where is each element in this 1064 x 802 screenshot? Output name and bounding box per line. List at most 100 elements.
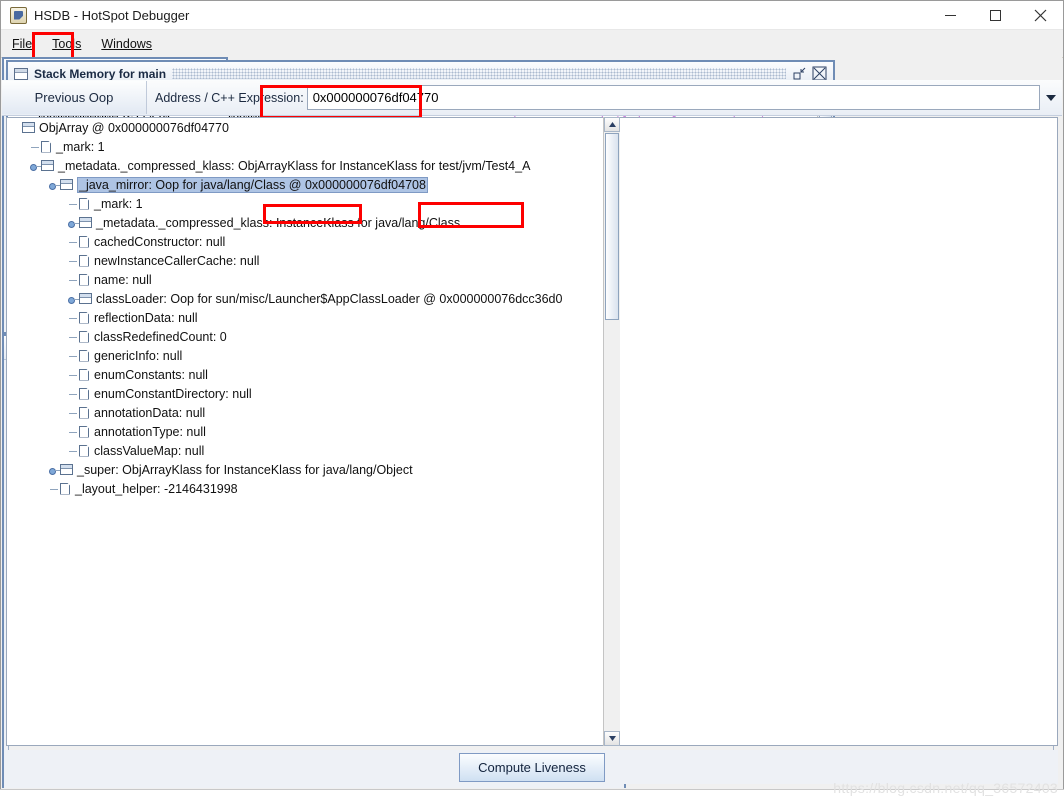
tree-node-label: ObjArray @ 0x000000076df04770 [39,120,229,135]
tree-node[interactable]: reflectionData: null [7,308,1057,327]
close-button[interactable] [1018,1,1063,29]
tree-branch-icon [68,312,79,323]
menu-windows-label: Windows [101,36,153,51]
tree-node-label: _layout_helper: -2146431998 [75,481,238,496]
tree-branch-icon [68,407,79,418]
tree-branch-icon [68,369,79,380]
menu-tools-label: Tools [52,36,82,51]
chevron-down-icon[interactable] [1040,81,1062,114]
scroll-up-arrow-icon[interactable] [604,117,620,132]
tree-node-label: annotationType: null [94,424,206,439]
previous-oop-button[interactable]: Previous Oop [2,81,147,114]
document-icon [79,387,89,400]
tree-node[interactable]: classValueMap: null [7,441,1057,460]
document-icon [79,444,89,457]
tree-expand-toggle-icon[interactable] [30,160,41,171]
tree-node-label: _mark: 1 [56,139,105,154]
tree-expand-toggle-icon[interactable] [68,293,79,304]
inspector-toolbar: Previous Oop Address / C++ Expression: 0… [2,80,1062,116]
tree-node-label: _metadata._compressed_klass: ObjArrayKla… [58,158,531,173]
tree-node[interactable]: classLoader: Oop for sun/misc/Launcher$A… [7,289,1057,308]
tree-branch-icon [49,483,60,494]
tree-node[interactable]: genericInfo: null [7,346,1057,365]
tree-node[interactable]: enumConstants: null [7,365,1057,384]
menu-file-label: File [12,36,33,51]
tree-node[interactable]: cachedConstructor: null [7,232,1057,251]
tree-node-label: enumConstants: null [94,367,208,382]
tree-node[interactable]: _metadata._compressed_klass: InstanceKla… [7,213,1057,232]
tree-expand-toggle-icon[interactable] [49,464,60,475]
menu-windows[interactable]: Windows [92,33,161,55]
inspector-tree-scrollbar[interactable] [603,117,620,746]
titlebar-texture [172,68,786,79]
tree-node-label: _super: ObjArrayKlass for InstanceKlass … [77,462,413,477]
scrollbar-thumb[interactable] [605,133,619,320]
document-icon [79,235,89,248]
tree-node[interactable]: annotationData: null [7,403,1057,422]
tree-node[interactable]: annotationType: null [7,422,1057,441]
document-icon [41,140,51,153]
folder-icon [41,160,54,171]
maximize-button[interactable] [973,1,1018,29]
folder-icon [22,122,35,133]
scroll-down-arrow-icon[interactable] [604,731,620,746]
tree-node[interactable]: classRedefinedCount: 0 [7,327,1057,346]
folder-icon [79,293,92,304]
tree-node[interactable]: _layout_helper: -2146431998 [7,479,1057,498]
tree-node-label: annotationData: null [94,405,206,420]
inspector-tree[interactable]: ObjArray @ 0x000000076df04770 _mark: 1 _me… [6,117,1058,746]
tree-node-label: name: null [94,272,152,287]
document-icon [79,311,89,324]
tree-branch-icon [68,236,79,247]
tree-branch-icon [68,388,79,399]
tree-node-label: _metadata._compressed_klass: InstanceKla… [96,215,461,230]
tree-node[interactable]: name: null [7,270,1057,289]
document-icon [79,273,89,286]
window-titlebar: HSDB - HotSpot Debugger [1,1,1063,30]
tree-node-label: _java_mirror: Oop for java/lang/Class @ … [77,176,428,193]
tree-node[interactable]: _mark: 1 [7,194,1057,213]
restore-button[interactable] [792,66,807,81]
tree-node[interactable]: _super: ObjArrayKlass for InstanceKlass … [7,460,1057,479]
tree-node[interactable]: _mark: 1 [7,137,1057,156]
window-controls [928,1,1063,29]
tree-expand-toggle-icon[interactable] [68,217,79,228]
window-icon [14,67,28,80]
document-icon [79,425,89,438]
tree-branch-icon [68,445,79,456]
tree-node[interactable]: newInstanceCallerCache: null [7,251,1057,270]
desktop-pane: ead Name Stack Memory for main [2,57,1062,788]
tree-node-label: genericInfo: null [94,348,183,363]
tree-node-label: classRedefinedCount: 0 [94,329,227,344]
close-button[interactable] [812,66,827,81]
tree-node-label: classLoader: Oop for sun/misc/Launcher$A… [96,291,563,306]
compute-liveness-button[interactable]: Compute Liveness [459,752,605,782]
tree-branch-icon [68,274,79,285]
inspector-footer: Compute Liveness [6,750,1058,784]
tree-expand-toggle-icon[interactable] [49,179,60,190]
tree-node-label: _mark: 1 [94,196,143,211]
tree-node-label: enumConstantDirectory: null [94,386,252,401]
main-window: HSDB - HotSpot Debugger File Tools Windo… [0,0,1064,790]
folder-icon [60,464,73,475]
tree-branch-icon [11,122,22,133]
tree-branch-icon [68,426,79,437]
document-icon [79,406,89,419]
tree-branch-icon [68,331,79,342]
menubar: File Tools Windows [1,30,1063,63]
tree-node[interactable]: ObjArray @ 0x000000076df04770 [7,118,1057,137]
document-icon [79,197,89,210]
folder-icon [79,217,92,228]
tree-branch-icon [68,255,79,266]
inspector-window[interactable]: Inspector Previous Oop Address / C++ [2,80,1062,788]
tree-node-label: newInstanceCallerCache: null [94,253,260,268]
menu-file[interactable]: File [3,33,41,55]
minimize-button[interactable] [928,1,973,29]
tree-node[interactable]: _java_mirror: Oop for java/lang/Class @ … [7,175,1057,194]
address-input[interactable]: 0x000000076df04770 [306,85,1040,110]
menu-tools[interactable]: Tools [43,33,90,55]
tree-node[interactable]: enumConstantDirectory: null [7,384,1057,403]
tree-branch-icon [68,198,79,209]
tree-node[interactable]: _metadata._compressed_klass: ObjArrayKla… [7,156,1057,175]
window-title: HSDB - HotSpot Debugger [34,7,190,23]
